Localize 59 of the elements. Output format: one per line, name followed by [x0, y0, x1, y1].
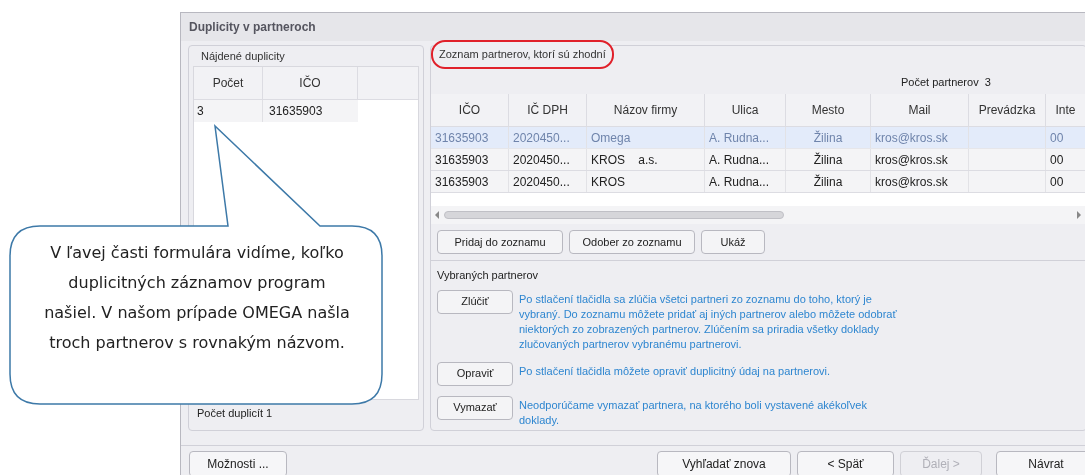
scrollbar-thumb[interactable] — [444, 211, 784, 219]
table-cell: kros@kros.sk — [871, 127, 969, 148]
table-cell: 00 — [1046, 149, 1085, 170]
table-cell: 3 — [194, 100, 263, 122]
action-button[interactable]: Vymazať — [437, 395, 513, 420]
table-row[interactable]: 31635903 2020450... KROS a.s. A. Rudna... Žilina kros@kros.sk 00 — [431, 149, 1085, 171]
partners-count: Počet partnerov 3 — [901, 74, 991, 90]
action-description: Po stlačení tlačidla môžete opraviť duplicitný údaj na partnerovi. — [519, 363, 832, 379]
table-cell: 00 — [1046, 171, 1085, 192]
table-cell: A. Rudna... — [705, 127, 786, 148]
action-description: Po stlačení tlačidla sa zlúčia všetci partneri zo zoznamu do toho, ktorý je vybraný. Do zoznamu môžete pridať aj iných partnerov alebo môžete odobrať niektorých zo zobrazených partnerov. Zlúčením sa priradia všetky doklady zlučovaných partnerov vybranému partnerovi. — [519, 291, 898, 352]
table-cell: KROS — [587, 171, 705, 192]
table-cell: KROS a.s. — [587, 149, 705, 170]
list-button[interactable]: Pridaj do zoznamu — [437, 230, 563, 254]
column-header[interactable]: Názov firmy — [587, 94, 705, 126]
column-header[interactable]: IČO — [263, 67, 358, 99]
action-button[interactable]: Zlúčiť — [437, 289, 513, 314]
table-cell: Žilina — [786, 127, 871, 148]
table-row[interactable]: 3 31635903 — [194, 100, 358, 122]
duplicates-count: Počet duplicít 1 — [196, 405, 274, 421]
column-header[interactable]: IČ DPH — [509, 94, 587, 126]
column-header[interactable]: IČO — [431, 94, 509, 126]
table-cell: 31635903 — [431, 149, 509, 170]
action-description: Neodporúčame vymazať partnera, na ktorého boli vystavené akékoľvek doklady. — [519, 397, 868, 428]
table-cell-text: 31635903 — [268, 103, 324, 120]
table-cell: A. Rudna... — [705, 149, 786, 170]
column-header[interactable]: Prevádzka — [969, 94, 1046, 126]
table-cell: Žilina — [786, 171, 871, 192]
callout-text: V ľavej časti formulára vidíme, koľko duplicitných záznamov program našiel. V našom prípade OMEGA našla troch partnerov s rovnakým názvom. — [43, 242, 351, 354]
footer-button[interactable]: < Späť — [797, 450, 894, 475]
horizontal-scrollbar[interactable] — [431, 206, 1085, 224]
footer-button[interactable]: Vyhľadať znova — [657, 450, 791, 475]
section-label: Vybraných partnerov — [437, 268, 540, 283]
list-button[interactable]: Odober zo zoznamu — [569, 230, 695, 254]
table-cell: 2020450... — [509, 149, 587, 170]
column-header[interactable]: Ulica — [705, 94, 786, 126]
footer-button[interactable]: Možnosti ... — [189, 450, 287, 475]
table-cell: 31635903 — [431, 171, 509, 192]
column-header[interactable]: Počet — [194, 67, 263, 99]
column-header[interactable]: Mail — [871, 94, 969, 126]
table-cell: Žilina — [786, 149, 871, 170]
action-button[interactable]: Opraviť — [437, 361, 513, 386]
table-cell: 2020450... — [509, 171, 587, 192]
scroll-left-icon[interactable] — [435, 211, 440, 219]
column-header[interactable]: Mesto — [786, 94, 871, 126]
group-label: Zoznam partnerov, ktorí sú zhodní — [431, 40, 614, 69]
column-header[interactable]: Inte — [1046, 94, 1085, 126]
scroll-right-icon[interactable] — [1077, 211, 1082, 219]
table-cell: 31635903 — [431, 127, 509, 148]
footer-button[interactable]: Návrat — [996, 450, 1085, 475]
table-row[interactable]: 31635903 2020450... KROS A. Rudna... Žilina kros@kros.sk 00 — [431, 171, 1085, 193]
table-cell: 2020450... — [509, 127, 587, 148]
table-cell: kros@kros.sk — [871, 149, 969, 170]
list-button[interactable]: Ukáž — [701, 230, 765, 254]
table-cell: Omega — [587, 127, 705, 148]
window-title: Duplicity v partneroch — [181, 13, 1085, 41]
table-cell: A. Rudna... — [705, 171, 786, 192]
table-cell: kros@kros.sk — [871, 171, 969, 192]
table-cell: 00 — [1046, 127, 1085, 148]
